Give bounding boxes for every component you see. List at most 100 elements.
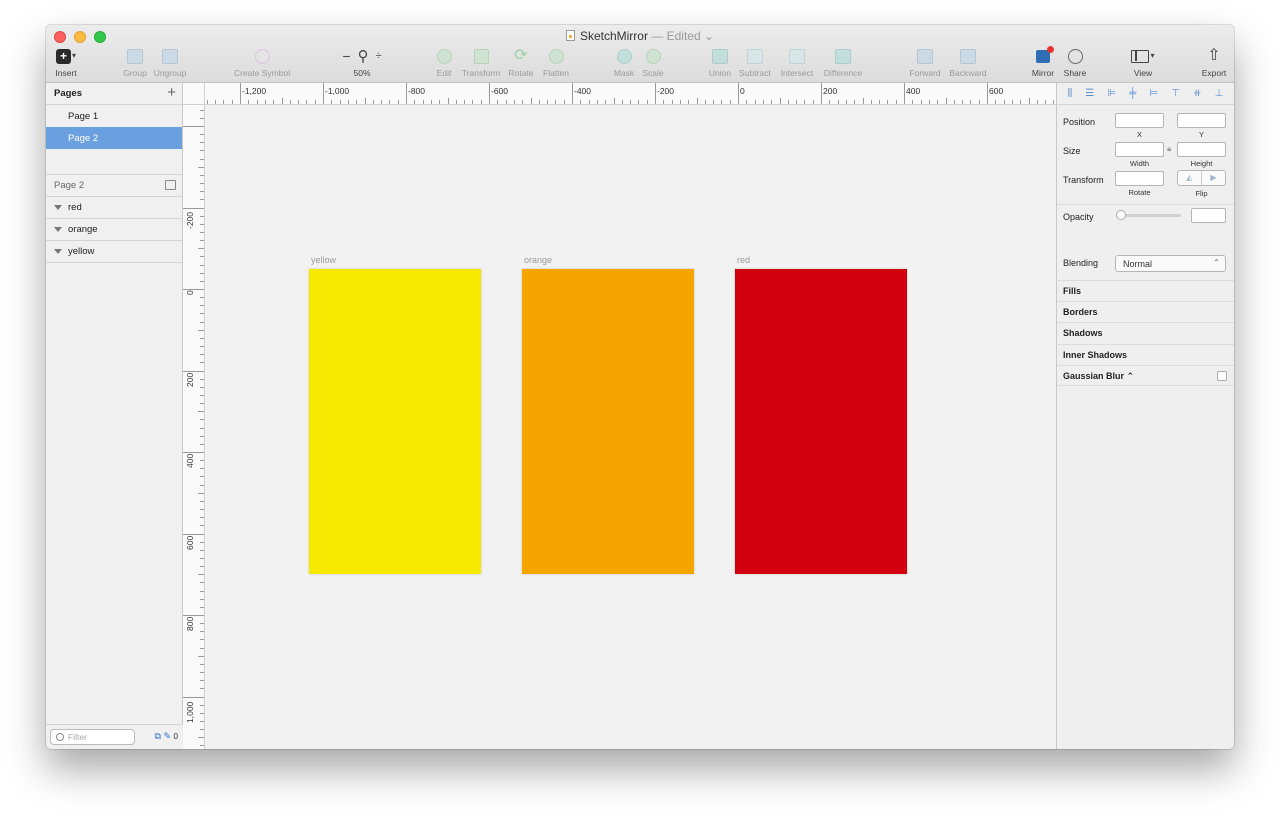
artboard-label-orange[interactable]: orange bbox=[524, 255, 552, 265]
flip-vertical-button[interactable]: ▶ bbox=[1201, 171, 1225, 185]
transform-icon bbox=[473, 48, 489, 64]
edited-status[interactable]: — Edited ⌄ bbox=[651, 29, 714, 43]
layers-header: Page 2 bbox=[46, 175, 182, 197]
x-label: X bbox=[1136, 130, 1142, 139]
gaussian-blur-checkbox[interactable] bbox=[1217, 371, 1227, 381]
collapse-layers-icon[interactable] bbox=[165, 180, 176, 190]
symbols-filter-icon[interactable]: ⧉ bbox=[155, 731, 161, 741]
forward-button[interactable]: Forward bbox=[906, 46, 944, 78]
align-left-icon[interactable]: ⊫ bbox=[1107, 88, 1116, 99]
subtract-button[interactable]: Subtract bbox=[736, 46, 774, 78]
position-x-input[interactable] bbox=[1115, 113, 1164, 128]
ruler-tick bbox=[240, 83, 241, 104]
ungroup-button[interactable]: Ungroup bbox=[151, 46, 189, 78]
position-y-input[interactable] bbox=[1177, 113, 1226, 128]
ruler-tick bbox=[812, 100, 814, 104]
distribute-vertical-icon[interactable]: ☰ bbox=[1085, 88, 1094, 99]
ruler-tick bbox=[829, 100, 831, 104]
align-right-icon[interactable]: ⊨ bbox=[1149, 88, 1158, 99]
opacity-slider-knob[interactable] bbox=[1116, 210, 1126, 220]
mirror-button[interactable]: Mirror bbox=[1028, 45, 1058, 78]
canvas[interactable]: yellow orange red bbox=[205, 105, 1056, 749]
zoom-out-button[interactable]: − bbox=[342, 49, 350, 63]
rotate-icon: ⟳ bbox=[514, 47, 528, 64]
ruler-label: 800 bbox=[185, 616, 195, 631]
inner-shadows-section[interactable]: Inner Shadows bbox=[1057, 344, 1234, 365]
ruler-tick bbox=[962, 100, 964, 104]
disclosure-triangle-icon[interactable] bbox=[54, 205, 62, 210]
send-backward-icon bbox=[960, 48, 976, 64]
ruler-tick bbox=[804, 100, 806, 104]
union-button[interactable]: Union bbox=[706, 46, 734, 78]
sliced-filter-icon[interactable]: ✎ bbox=[163, 731, 171, 741]
ruler-tick bbox=[200, 142, 204, 144]
distribute-horizontal-icon[interactable]: ⫼ bbox=[1068, 88, 1073, 99]
ruler-tick bbox=[323, 83, 324, 104]
ruler-label: -1,200 bbox=[242, 86, 267, 96]
zoom-control[interactable]: − ⚲ ÷ 50% bbox=[334, 46, 390, 79]
ruler-tick bbox=[198, 166, 204, 168]
page-item-2[interactable]: Page 2 bbox=[46, 127, 182, 149]
lock-ratio-icon[interactable]: 🔒︎ bbox=[1167, 144, 1171, 154]
mask-button[interactable]: Mask bbox=[610, 46, 638, 78]
horizontal-ruler[interactable]: -1,200 -1,000 -800 -600 -400 -200 0 200 400 600 bbox=[205, 83, 1056, 105]
flatten-button[interactable]: Flatten bbox=[538, 46, 574, 78]
rotate-button[interactable]: ⟳ Rotate bbox=[505, 46, 537, 79]
disclosure-triangle-icon[interactable] bbox=[54, 227, 62, 232]
add-page-icon[interactable]: + bbox=[167, 84, 176, 101]
disclosure-triangle-icon[interactable] bbox=[54, 249, 62, 254]
ruler-tick bbox=[200, 729, 204, 731]
share-button[interactable]: Share bbox=[1060, 46, 1090, 78]
artboard-yellow[interactable] bbox=[309, 269, 481, 574]
opacity-label: Opacity bbox=[1063, 212, 1094, 222]
ruler-tick bbox=[796, 100, 798, 104]
align-middle-icon[interactable]: ⧺ bbox=[1193, 88, 1201, 99]
align-bottom-icon[interactable]: ⊥ bbox=[1215, 88, 1224, 99]
blending-select[interactable]: Normal ⌃ bbox=[1115, 255, 1226, 272]
flip-buttons: ◭ ▶ bbox=[1177, 170, 1226, 186]
artboard-orange[interactable] bbox=[522, 269, 694, 574]
ruler-tick bbox=[646, 100, 648, 104]
ruler-tick bbox=[854, 100, 856, 104]
flip-horizontal-button[interactable]: ◭ bbox=[1178, 171, 1201, 185]
difference-icon bbox=[835, 48, 851, 64]
layer-item-orange[interactable]: orange bbox=[46, 219, 182, 241]
scale-button[interactable]: Scale bbox=[639, 46, 667, 78]
rotate-input[interactable] bbox=[1115, 171, 1164, 186]
fills-section[interactable]: Fills bbox=[1057, 280, 1234, 301]
opacity-slider-track[interactable] bbox=[1119, 214, 1181, 217]
filter-options[interactable]: ⧉ ✎ 0 bbox=[155, 731, 178, 742]
export-button[interactable]: ⇧ Export bbox=[1196, 46, 1232, 79]
ruler-tick bbox=[978, 100, 980, 104]
artboard-label-red[interactable]: red bbox=[737, 255, 750, 265]
view-button[interactable]: ▾ View bbox=[1126, 46, 1160, 78]
ruler-tick bbox=[200, 557, 204, 559]
ruler-tick bbox=[771, 100, 773, 104]
backward-button[interactable]: Backward bbox=[946, 46, 990, 78]
height-input[interactable] bbox=[1177, 142, 1226, 157]
group-button[interactable]: Group bbox=[118, 46, 152, 78]
difference-button[interactable]: Difference bbox=[820, 46, 866, 78]
page-item-1[interactable]: Page 1 bbox=[46, 105, 182, 127]
ungroup-icon bbox=[162, 48, 178, 64]
align-center-icon[interactable]: ╪ bbox=[1129, 88, 1136, 99]
zoom-in-button[interactable]: ÷ bbox=[376, 50, 382, 62]
vertical-ruler[interactable]: -200 0 200 400 600 800 1,000 bbox=[183, 105, 205, 749]
shadows-section[interactable]: Shadows bbox=[1057, 322, 1234, 343]
borders-section[interactable]: Borders bbox=[1057, 301, 1234, 322]
layer-item-red[interactable]: red bbox=[46, 197, 182, 219]
transform-button[interactable]: Transform bbox=[459, 46, 503, 78]
layer-item-yellow[interactable]: yellow bbox=[46, 241, 182, 263]
filter-input[interactable]: Filter bbox=[50, 729, 135, 745]
artboard-red[interactable] bbox=[735, 269, 907, 574]
edit-button[interactable]: Edit bbox=[430, 46, 458, 78]
artboard-label-yellow[interactable]: yellow bbox=[311, 255, 336, 265]
width-input[interactable] bbox=[1115, 142, 1164, 157]
gaussian-blur-section[interactable]: Gaussian Blur ⌃ bbox=[1057, 365, 1234, 386]
create-symbol-button[interactable]: Create Symbol bbox=[230, 46, 294, 78]
insert-button[interactable]: + ▾ Insert bbox=[50, 46, 82, 78]
intersect-button[interactable]: Intersect bbox=[778, 46, 816, 78]
opacity-input[interactable] bbox=[1191, 208, 1226, 223]
align-top-icon[interactable]: ⊤ bbox=[1171, 88, 1180, 99]
ruler-label: -800 bbox=[408, 86, 426, 96]
